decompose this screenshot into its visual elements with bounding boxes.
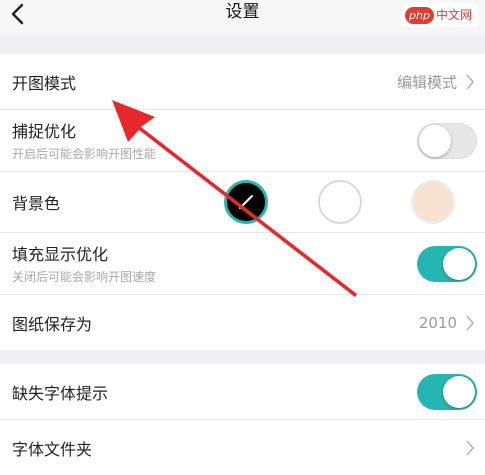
fill-description: 关闭后可能会影响开图速度 (12, 270, 157, 284)
toggle-knob (443, 247, 475, 280)
settings-group-display: 开图模式 编辑模式 捕捉优化 开启后可能会影响开图性能 背景色 填充显示优化 关… (0, 54, 485, 350)
capture-toggle[interactable] (417, 122, 477, 159)
swatch-black[interactable] (224, 180, 268, 224)
watermark-logo: php (405, 7, 434, 24)
fill-toggle[interactable] (417, 245, 477, 282)
toggle-knob (419, 124, 451, 157)
chevron-right-icon (466, 314, 475, 331)
save-as-value: 2010 (418, 313, 457, 332)
watermark: php 中文网 (401, 3, 479, 27)
row-font-folder[interactable]: 字体文件夹 (0, 420, 485, 475)
background-label: 背景色 (12, 194, 61, 213)
row-save-as[interactable]: 图纸保存为 2010 (0, 295, 485, 350)
navigation-bar: 设置 php 中文网 (0, 0, 485, 34)
save-as-label: 图纸保存为 (12, 314, 93, 334)
open-mode-label: 开图模式 (12, 73, 77, 93)
missing-font-toggle[interactable] (417, 373, 477, 410)
row-background-color: 背景色 (0, 172, 485, 233)
swatch-white[interactable] (318, 180, 362, 224)
row-open-mode[interactable]: 开图模式 编辑模式 (0, 54, 485, 110)
capture-description: 开启后可能会影响开图性能 (12, 147, 157, 161)
capture-label: 捕捉优化 (12, 122, 77, 141)
swatch-peach[interactable] (411, 180, 455, 224)
missing-font-label: 缺失字体提示 (12, 383, 109, 403)
row-fill-display: 填充显示优化 关闭后可能会影响开图速度 (0, 233, 485, 295)
font-folder-label: 字体文件夹 (12, 439, 93, 459)
row-capture-optimization: 捕捉优化 开启后可能会影响开图性能 (0, 110, 485, 172)
toggle-knob (443, 375, 475, 408)
chevron-right-icon (466, 73, 475, 90)
row-missing-font: 缺失字体提示 (0, 364, 485, 420)
chevron-right-icon (466, 439, 475, 456)
open-mode-value: 编辑模式 (396, 73, 457, 91)
fill-label: 填充显示优化 (12, 245, 109, 264)
check-icon (239, 195, 253, 209)
watermark-text: 中文网 (435, 8, 472, 22)
settings-group-fonts: 缺失字体提示 字体文件夹 (0, 364, 485, 475)
